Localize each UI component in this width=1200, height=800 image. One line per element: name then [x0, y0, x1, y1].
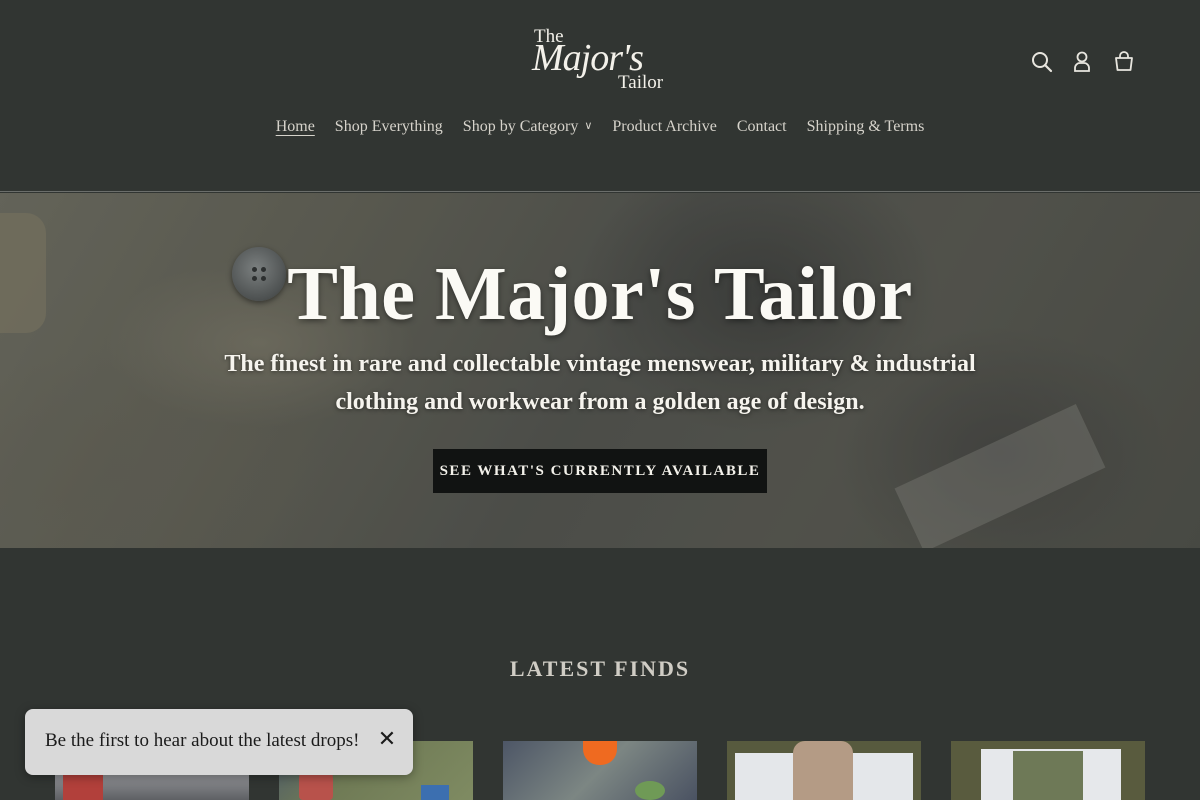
- nav-item-shop-everything[interactable]: Shop Everything: [335, 118, 443, 136]
- account-icon[interactable]: [1068, 48, 1096, 76]
- header-icons: [1028, 48, 1148, 76]
- nav-item-home[interactable]: Home: [276, 118, 315, 136]
- nav-item-shipping-terms[interactable]: Shipping & Terms: [807, 118, 925, 136]
- latest-finds-title: LATEST FINDS: [509, 656, 691, 681]
- hero-banner: The Major's Tailor The finest in rare an…: [0, 193, 1200, 548]
- chevron-down-icon: ∨: [584, 120, 593, 132]
- newsletter-popup[interactable]: Be the first to hear about the latest dr…: [25, 709, 413, 775]
- product-card[interactable]: [503, 741, 697, 800]
- hero-title: The Major's Tailor: [287, 252, 913, 336]
- site-header: The Major's Tailor Home Shop Everything Sh…: [0, 0, 1200, 192]
- brand-logo[interactable]: The Major's Tailor: [526, 24, 674, 96]
- nav-item-product-archive[interactable]: Product Archive: [612, 118, 716, 136]
- newsletter-popup-text: Be the first to hear about the latest dr…: [45, 730, 360, 751]
- shop-available-button[interactable]: SEE WHAT'S CURRENTLY AVAILABLE: [433, 449, 767, 493]
- main-nav: Home Shop Everything Shop by Category ∨ Prod…: [0, 118, 1200, 136]
- hero-subtitle: The finest in rare and collectable vinta…: [224, 351, 976, 415]
- nav-item-shop-by-category[interactable]: Shop by Category ∨: [463, 118, 593, 136]
- product-card[interactable]: [951, 741, 1145, 800]
- search-icon[interactable]: [1028, 48, 1056, 76]
- nav-item-contact[interactable]: Contact: [737, 118, 787, 136]
- product-card[interactable]: [727, 741, 921, 800]
- cart-icon[interactable]: [1110, 48, 1138, 76]
- brand-logo-line3: Tailor: [618, 72, 664, 93]
- nav-item-shop-by-category-label: Shop by Category: [462, 118, 579, 135]
- close-icon[interactable]: ✕: [375, 728, 399, 752]
